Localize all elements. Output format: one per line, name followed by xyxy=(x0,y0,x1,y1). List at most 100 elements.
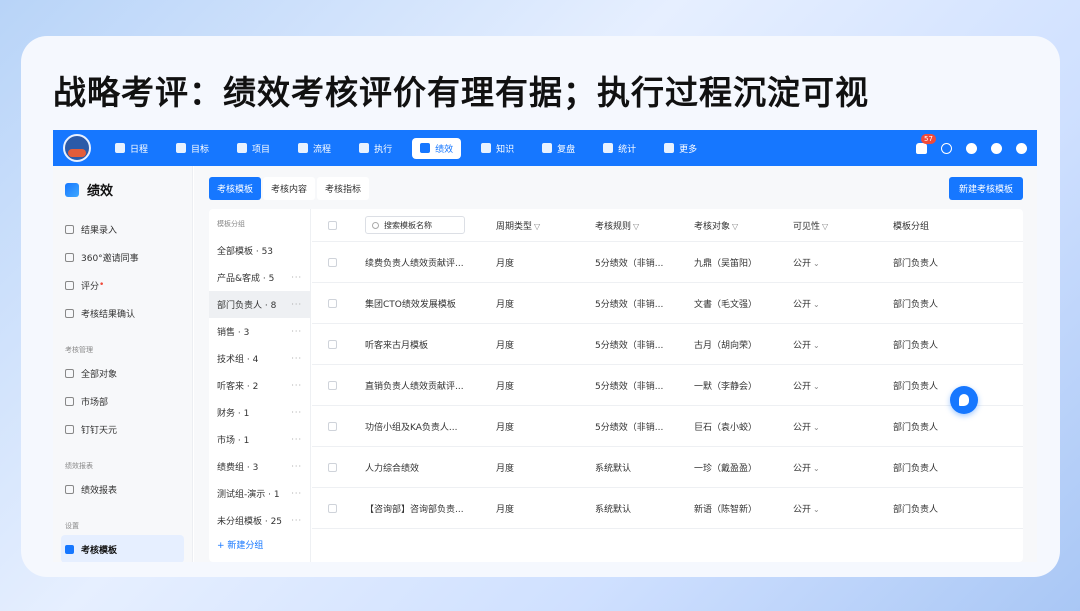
group-item[interactable]: 技术组 · 4 ··· xyxy=(209,345,310,372)
row-checkbox[interactable] xyxy=(328,462,337,472)
table-row[interactable]: 续费负责人绩效贡献评... 月度 5分绩效（非销... 九鼎（吴笛阳） 公开 ⌄ 部门负责人 xyxy=(312,242,1023,283)
more-icon[interactable]: ··· xyxy=(291,408,302,417)
column-header[interactable]: 周期类型 ▽ xyxy=(496,219,595,232)
table-row[interactable]: 功倍小组及KA负责人... 月度 5分绩效（非销... 巨石（袁小蛟） 公开 ⌄ 部门负责人 xyxy=(312,406,1023,447)
cell-name[interactable]: 人力综合绩效 xyxy=(365,461,496,474)
table-row[interactable]: 听客来古月模板 月度 5分绩效（非销... 古月（胡向荣） 公开 ⌄ 部门负责人 xyxy=(312,324,1023,365)
select-all-checkbox[interactable] xyxy=(328,220,337,230)
filter-icon[interactable]: ▽ xyxy=(534,222,540,231)
table-row[interactable]: 集团CTO绩效发展模板 月度 5分绩效（非销... 文書（毛文强） 公开 ⌄ 部门负责人 xyxy=(312,283,1023,324)
sidebar-item-template[interactable]: 考核模板 xyxy=(61,535,184,562)
cell-target: 文書（毛文强） xyxy=(694,297,793,310)
nav-item-4[interactable]: 执行 xyxy=(351,138,400,159)
bell-icon[interactable]: 57 xyxy=(916,133,936,154)
row-checkbox[interactable] xyxy=(328,503,337,513)
sidebar-item[interactable]: 考核结果确认 xyxy=(53,299,192,327)
help-icon[interactable] xyxy=(1016,142,1027,154)
group-item-label: 产品&客成 · 5 xyxy=(217,274,275,284)
new-template-button[interactable]: 新建考核模板 xyxy=(948,177,1023,200)
table-row[interactable]: 【咨询部】咨询部负责... 月度 系统默认 新语（陈智新） 公开 ⌄ 部门负责人 xyxy=(312,488,1023,529)
nav-item-8[interactable]: 统计 xyxy=(595,138,644,159)
cell-visibility[interactable]: 公开 ⌄ xyxy=(793,338,893,351)
more-icon[interactable]: ··· xyxy=(291,462,302,471)
nav-item-7[interactable]: 复盘 xyxy=(534,138,583,159)
group-item[interactable]: 未分组模板 · 25 ··· xyxy=(209,507,310,534)
chevron-down-icon: ⌄ xyxy=(813,258,820,268)
cell-name[interactable]: 直销负责人绩效贡献评... xyxy=(365,379,496,392)
column-header[interactable]: 考核对象 ▽ xyxy=(694,219,793,232)
pie-chart-icon xyxy=(603,143,614,153)
nav-item-9[interactable]: 更多 xyxy=(656,138,705,159)
sidebar-item[interactable]: 360°邀请同事 xyxy=(53,243,192,271)
calendar-icon xyxy=(115,143,125,153)
filter-icon[interactable]: ▽ xyxy=(633,222,639,231)
nav-item-2[interactable]: 项目 xyxy=(229,138,278,159)
sidebar-item[interactable]: 绩效报表 xyxy=(53,475,192,503)
app-logo[interactable] xyxy=(63,134,91,162)
table-row[interactable]: 直销负责人绩效贡献评... 月度 5分绩效（非销... 一默（李静会） 公开 ⌄ 部门负责人 xyxy=(312,365,1023,406)
group-item[interactable]: 部门负责人 · 8 ··· xyxy=(209,291,310,318)
cell-visibility[interactable]: 公开 ⌄ xyxy=(793,420,893,433)
row-checkbox[interactable] xyxy=(328,257,337,267)
cell-visibility[interactable]: 公开 ⌄ xyxy=(793,256,893,269)
info-icon[interactable] xyxy=(966,142,977,154)
cell-visibility[interactable]: 公开 ⌄ xyxy=(793,297,893,310)
tab-0[interactable]: 考核模板 xyxy=(209,177,262,200)
more-icon[interactable]: ··· xyxy=(291,381,302,390)
cell-name[interactable]: 【咨询部】咨询部负责... xyxy=(365,502,496,515)
more-icon[interactable]: ··· xyxy=(291,435,302,444)
group-item[interactable]: 听客来 · 2 ··· xyxy=(209,372,310,399)
nav-item-1[interactable]: 目标 xyxy=(168,138,217,159)
cell-name[interactable]: 集团CTO绩效发展模板 xyxy=(365,297,496,310)
sidebar-item[interactable]: 钉钉天元 xyxy=(53,415,192,443)
group-list-title: 模板分组 xyxy=(217,220,245,228)
assistant-fab[interactable] xyxy=(950,386,978,414)
column-header[interactable]: 考核规则 ▽ xyxy=(595,219,694,232)
cell-name[interactable]: 功倍小组及KA负责人... xyxy=(365,420,496,433)
more-icon[interactable]: ··· xyxy=(291,489,302,498)
more-icon[interactable]: ··· xyxy=(291,354,302,363)
filter-icon[interactable]: ▽ xyxy=(822,222,828,231)
more-icon[interactable]: ··· xyxy=(291,273,302,282)
sidebar-item[interactable]: 结果录入 xyxy=(53,215,192,243)
more-icon[interactable]: ··· xyxy=(291,300,302,309)
cell-name[interactable]: 听客来古月模板 xyxy=(365,338,496,351)
sidebar-item[interactable]: 全部对象 xyxy=(53,359,192,387)
nav-item-6[interactable]: 知识 xyxy=(473,138,522,159)
group-item[interactable]: 市场 · 1 ··· xyxy=(209,426,310,453)
cell-name[interactable]: 续费负责人绩效贡献评... xyxy=(365,256,496,269)
group-item[interactable]: 产品&客成 · 5 ··· xyxy=(209,264,310,291)
search-icon xyxy=(372,221,379,229)
filter-icon[interactable]: ▽ xyxy=(732,222,738,231)
sidebar-item[interactable]: 市场部 xyxy=(53,387,192,415)
group-item[interactable]: 全部模板 · 53 xyxy=(209,237,310,264)
search-input[interactable]: 搜索模板名称 xyxy=(365,216,465,234)
cell-visibility[interactable]: 公开 ⌄ xyxy=(793,379,893,392)
cell-visibility[interactable]: 公开 ⌄ xyxy=(793,461,893,474)
more-icon[interactable]: ··· xyxy=(291,516,302,525)
add-group-button[interactable]: + 新建分组 xyxy=(209,534,310,555)
nav-item-5[interactable]: 绩效 xyxy=(412,137,462,159)
cell-rule: 5分绩效（非销... xyxy=(595,297,694,310)
row-checkbox[interactable] xyxy=(328,380,337,390)
gear-icon[interactable] xyxy=(991,142,1002,154)
search-icon[interactable] xyxy=(941,142,952,154)
column-header[interactable]: 模板分组 xyxy=(893,219,983,232)
tab-1[interactable]: 考核内容 xyxy=(263,177,316,200)
group-item[interactable]: 销售 · 3 ··· xyxy=(209,318,310,345)
row-checkbox[interactable] xyxy=(328,339,337,349)
group-item[interactable]: 绩费组 · 3 ··· xyxy=(209,453,310,480)
more-icon[interactable]: ··· xyxy=(291,327,302,336)
chevron-down-icon: ⌄ xyxy=(813,340,820,350)
row-checkbox[interactable] xyxy=(328,298,337,308)
sidebar-item[interactable]: 评分 • xyxy=(53,271,192,299)
row-checkbox[interactable] xyxy=(328,421,337,431)
column-header[interactable]: 可见性 ▽ xyxy=(793,219,893,232)
nav-item-3[interactable]: 流程 xyxy=(290,138,339,159)
table-row[interactable]: 人力综合绩效 月度 系统默认 一珍（戴盈盈） 公开 ⌄ 部门负责人 xyxy=(312,447,1023,488)
group-item[interactable]: 测试组-演示 · 1 ··· xyxy=(209,480,310,507)
nav-item-0[interactable]: 日程 xyxy=(107,138,156,159)
cell-visibility[interactable]: 公开 ⌄ xyxy=(793,502,893,515)
tab-2[interactable]: 考核指标 xyxy=(317,177,370,200)
group-item[interactable]: 财务 · 1 ··· xyxy=(209,399,310,426)
